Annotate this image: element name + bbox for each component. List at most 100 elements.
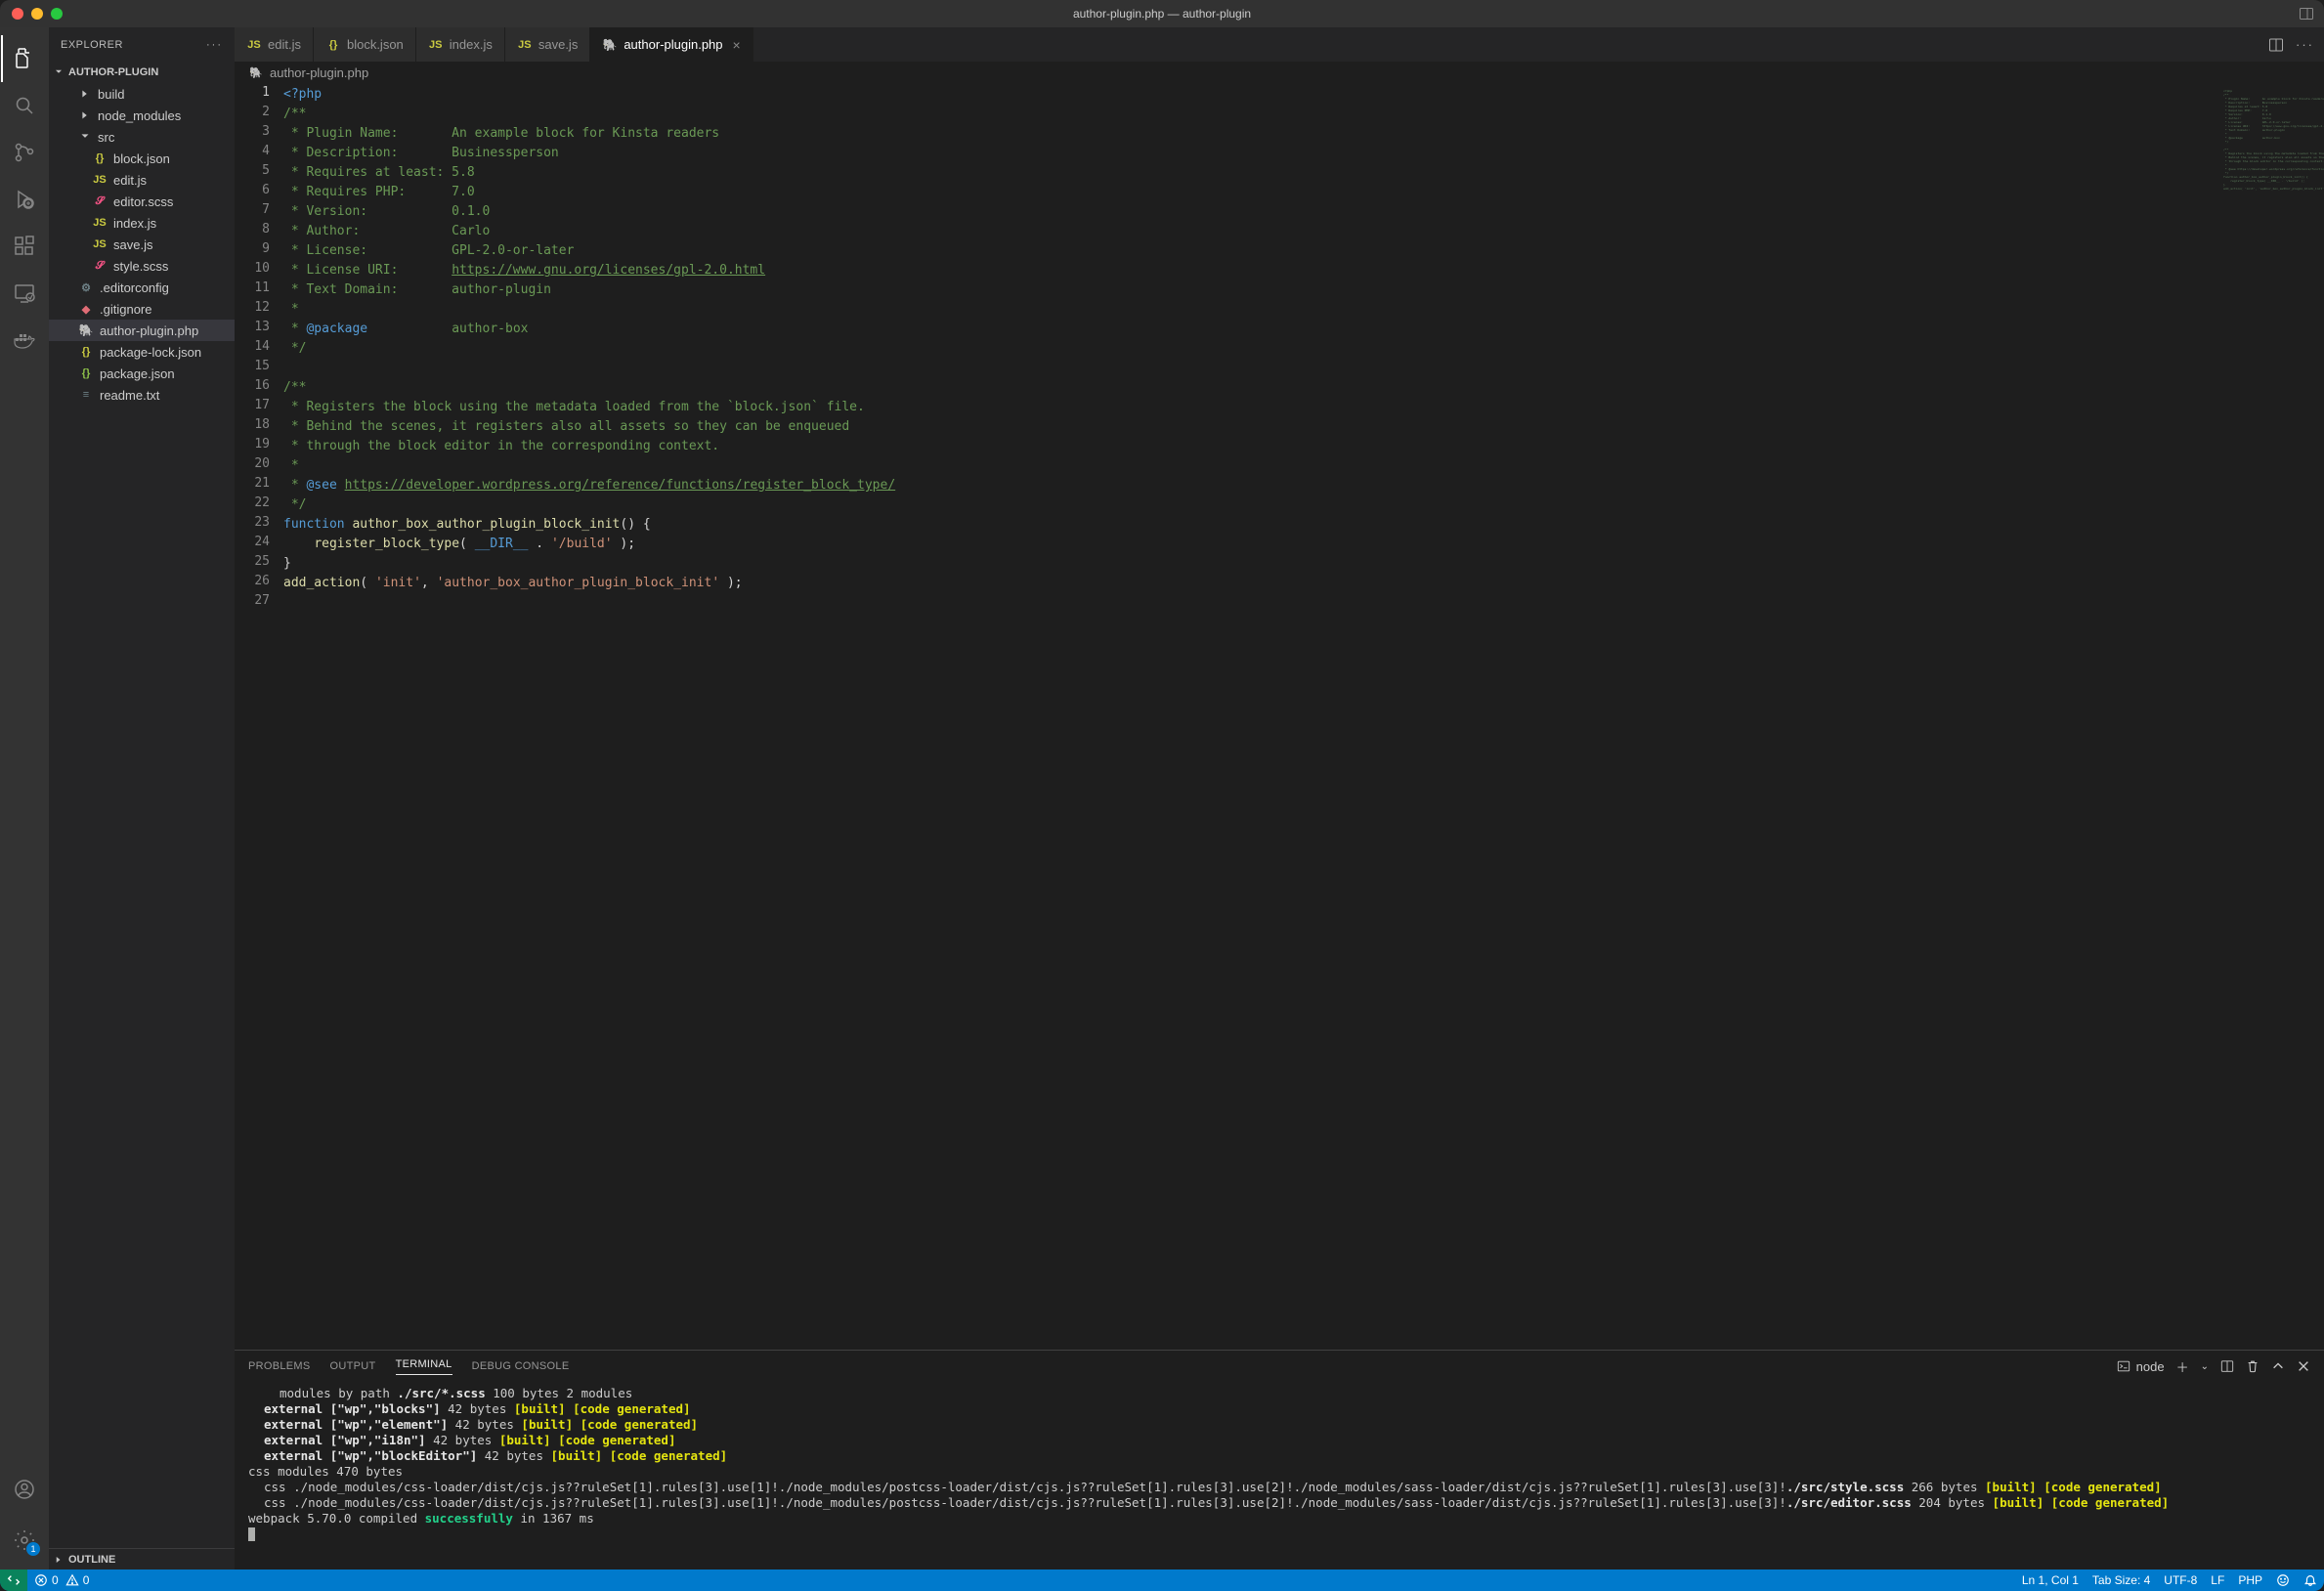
code-line: * Registers the block using the metadata…: [283, 398, 895, 417]
explorer-more-icon[interactable]: ···: [206, 39, 223, 51]
explorer-title: EXPLORER: [61, 39, 123, 51]
layout-toggle-icon[interactable]: [2299, 6, 2324, 22]
panel-chevron-up-icon[interactable]: [2271, 1359, 2285, 1373]
code-line: * through the block editor in the corres…: [283, 437, 895, 456]
status-language[interactable]: PHP: [2231, 1573, 2269, 1587]
php-icon: 🐘: [602, 38, 618, 52]
tree-item-label: readme.txt: [100, 388, 159, 403]
status-feedback-icon[interactable]: [2269, 1573, 2297, 1587]
code-line: [283, 359, 895, 378]
project-section-header[interactable]: AUTHOR-PLUGIN: [49, 62, 235, 83]
tree-item-label: .editorconfig: [100, 280, 169, 295]
run-debug-icon[interactable]: [1, 176, 48, 223]
terminal-line: css ./node_modules/css-loader/dist/cjs.j…: [248, 1480, 2310, 1495]
code-line: */: [283, 339, 895, 359]
status-lncol[interactable]: Ln 1, Col 1: [2015, 1573, 2086, 1587]
folder-item[interactable]: src: [49, 126, 235, 148]
js-icon: JS: [517, 39, 533, 51]
source-control-icon[interactable]: [1, 129, 48, 176]
terminal-dropdown-icon[interactable]: ⌄: [2201, 1361, 2209, 1372]
tree-item-label: style.scss: [113, 259, 168, 274]
editor-tab[interactable]: {}block.json: [314, 27, 416, 62]
status-warnings[interactable]: 0: [65, 1573, 97, 1587]
terminal-shell-label[interactable]: node: [2117, 1359, 2165, 1374]
file-item[interactable]: {}package-lock.json: [49, 341, 235, 363]
window-minimize-icon[interactable]: [31, 8, 43, 20]
outline-label: OUTLINE: [68, 1554, 115, 1566]
tab-label: author-plugin.php: [624, 37, 722, 52]
editor-tab[interactable]: JS save.js: [505, 27, 590, 62]
accounts-icon[interactable]: [1, 1466, 48, 1513]
code-line: add_action( 'init', 'author_box_author_p…: [283, 574, 895, 593]
terminal-line: modules by path ./src/*.scss 100 bytes 2…: [248, 1386, 2310, 1401]
file-item[interactable]: 🐘author-plugin.php: [49, 320, 235, 341]
file-item[interactable]: {}package.json: [49, 363, 235, 384]
editor-tab[interactable]: JSedit.js: [235, 27, 314, 62]
file-item[interactable]: {}block.json: [49, 148, 235, 169]
tab-terminal[interactable]: TERMINAL: [396, 1358, 452, 1375]
folder-item[interactable]: node_modules: [49, 105, 235, 126]
settings-gear-icon[interactable]: 1: [1, 1517, 48, 1564]
tab-problems[interactable]: PROBLEMS: [248, 1360, 311, 1372]
code-line: * @package author-box: [283, 320, 895, 339]
code-line: * Behind the scenes, it registers also a…: [283, 417, 895, 437]
file-item[interactable]: ⚙.editorconfig: [49, 277, 235, 298]
tree-item-label: src: [98, 130, 114, 145]
json-icon: {}: [92, 152, 108, 164]
php-icon: 🐘: [78, 323, 94, 337]
window-maximize-icon[interactable]: [51, 8, 63, 20]
settings-badge: 1: [26, 1542, 40, 1556]
status-indent[interactable]: Tab Size: 4: [2086, 1573, 2157, 1587]
close-icon[interactable]: ×: [733, 37, 741, 53]
tab-debug-console[interactable]: DEBUG CONSOLE: [472, 1360, 570, 1372]
traffic-lights: [0, 8, 63, 20]
code-line: * Requires PHP: 7.0: [283, 183, 895, 202]
code-line: * Description: Businessperson: [283, 144, 895, 163]
code-line: *: [283, 456, 895, 476]
status-bell-icon[interactable]: [2297, 1573, 2324, 1587]
status-eol[interactable]: LF: [2204, 1573, 2231, 1587]
status-encoding[interactable]: UTF-8: [2157, 1573, 2204, 1587]
php-icon: 🐘: [248, 66, 264, 79]
search-icon[interactable]: [1, 82, 48, 129]
tab-label: save.js: [538, 37, 578, 52]
editor-tab[interactable]: JSindex.js: [416, 27, 505, 62]
editor-tab[interactable]: 🐘 author-plugin.php ×: [590, 27, 753, 62]
docker-icon[interactable]: [1, 317, 48, 364]
breadcrumb[interactable]: 🐘 author-plugin.php: [235, 62, 2324, 83]
tree-item-label: index.js: [113, 216, 156, 231]
file-item[interactable]: JSedit.js: [49, 169, 235, 191]
status-errors[interactable]: 0: [27, 1573, 65, 1587]
kill-terminal-icon[interactable]: [2246, 1359, 2259, 1373]
file-item[interactable]: ≡readme.txt: [49, 384, 235, 406]
terminal-line: webpack 5.70.0 compiled successfully in …: [248, 1511, 2310, 1526]
remote-explorer-icon[interactable]: [1, 270, 48, 317]
terminal-output[interactable]: modules by path ./src/*.scss 100 bytes 2…: [235, 1382, 2324, 1570]
remote-indicator[interactable]: [0, 1570, 27, 1591]
folder-item[interactable]: build: [49, 83, 235, 105]
tree-item-label: edit.js: [113, 173, 147, 188]
new-terminal-icon[interactable]: ＋: [2176, 1357, 2189, 1376]
file-item[interactable]: 𝓢editor.scss: [49, 191, 235, 212]
extensions-icon[interactable]: [1, 223, 48, 270]
explorer-icon[interactable]: [1, 35, 48, 82]
code-editor[interactable]: 1234567891011121314151617181920212223242…: [235, 83, 2324, 1350]
file-item[interactable]: JSindex.js: [49, 212, 235, 234]
js-icon: JS: [246, 39, 262, 51]
code-line: /**: [283, 105, 895, 124]
minimap[interactable]: <?php /** * Plugin Name: An example bloc…: [2216, 83, 2324, 1350]
split-editor-icon[interactable]: [2268, 37, 2284, 53]
window-close-icon[interactable]: [12, 8, 23, 20]
file-item[interactable]: ◆.gitignore: [49, 298, 235, 320]
editor-more-icon[interactable]: ···: [2296, 37, 2314, 52]
tab-label: index.js: [450, 37, 493, 52]
tree-item-label: node_modules: [98, 108, 181, 123]
outline-section-header[interactable]: OUTLINE: [49, 1548, 235, 1570]
status-bar: 0 0 Ln 1, Col 1 Tab Size: 4 UTF-8 LF PHP: [0, 1570, 2324, 1591]
code-line: <?php: [283, 85, 895, 105]
tab-output[interactable]: OUTPUT: [330, 1360, 376, 1372]
file-item[interactable]: JSsave.js: [49, 234, 235, 255]
panel-close-icon[interactable]: [2297, 1359, 2310, 1373]
file-item[interactable]: 𝓢style.scss: [49, 255, 235, 277]
split-terminal-icon[interactable]: [2220, 1359, 2234, 1373]
